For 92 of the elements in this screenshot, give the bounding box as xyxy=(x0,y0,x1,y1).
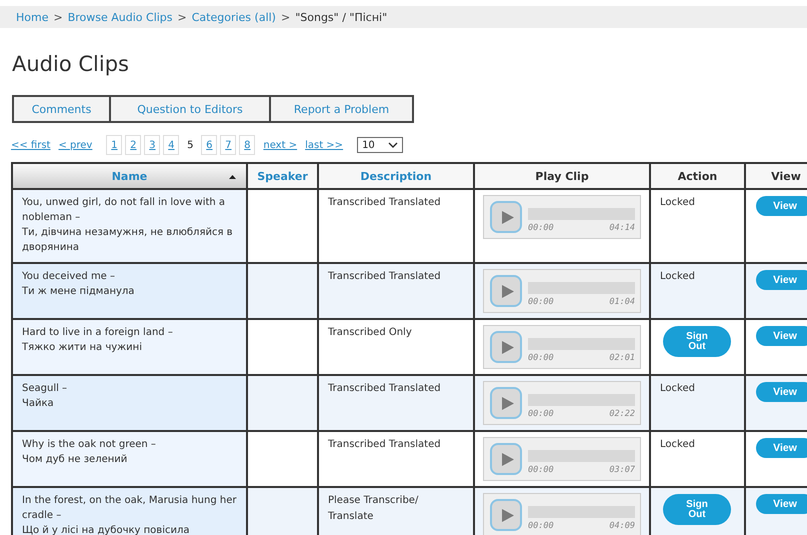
audio-player[interactable]: 00:00 02:22 xyxy=(483,381,641,425)
page-link[interactable]: 5 xyxy=(182,135,198,155)
sign-out-button[interactable]: Sign Out xyxy=(663,494,731,525)
audio-player[interactable]: 00:00 04:14 xyxy=(483,195,641,239)
column-header[interactable]: Speaker xyxy=(247,163,318,189)
audio-player[interactable]: 00:00 03:07 xyxy=(483,437,641,481)
clip-name: Що й у лісі на дубочку повісила xyxy=(22,524,190,535)
tab[interactable]: Comments xyxy=(14,97,109,121)
column-header: Play Clip xyxy=(474,163,650,189)
chevron-down-icon xyxy=(388,142,398,148)
breadcrumb-separator: > xyxy=(178,10,187,24)
status-text: Locked xyxy=(660,439,695,450)
play-icon xyxy=(502,340,514,354)
sort-ascending-icon xyxy=(229,175,236,179)
clip-name: Ти, дівчина незамужня, не влюбляйся в дворянина xyxy=(22,226,234,255)
clip-name: Ти ж мене підманула xyxy=(22,285,136,299)
audio-player[interactable]: 00:00 02:01 xyxy=(483,325,641,369)
view-button[interactable]: View xyxy=(756,438,807,458)
breadcrumb-link[interactable]: Browse Audio Clips xyxy=(68,10,173,24)
clip-name: Seagull – xyxy=(22,382,68,396)
breadcrumb-link[interactable]: Categories (all) xyxy=(192,10,276,24)
duration-time: 04:14 xyxy=(609,222,635,232)
play-icon xyxy=(502,210,514,224)
view-button[interactable]: View xyxy=(756,494,807,514)
description-cell: Please Transcribe/ Translate xyxy=(318,487,474,535)
breadcrumb-current: "Songs" / "Пісні" xyxy=(295,10,388,24)
clip-name: Тяжко жити на чужині xyxy=(22,341,143,355)
tab[interactable]: Question to Editors xyxy=(109,97,269,121)
clip-name: Чом дуб не зелений xyxy=(22,453,128,467)
clip-name: In the forest, on the oak, Marusia hung her cradle – xyxy=(22,494,237,523)
play-button[interactable] xyxy=(490,387,522,419)
description-cell: Transcribed Translated xyxy=(318,431,474,487)
page-link[interactable]: 7 xyxy=(220,135,236,155)
page-link[interactable]: 4 xyxy=(163,135,180,155)
play-button[interactable] xyxy=(490,201,522,233)
status-text: Locked xyxy=(660,271,695,282)
clip-name: You deceived me – xyxy=(22,270,116,284)
clip-name: Чайка xyxy=(22,397,55,411)
elapsed-time: 00:00 xyxy=(528,408,554,418)
play-button[interactable] xyxy=(490,275,522,307)
column-header[interactable]: Name xyxy=(12,163,247,189)
breadcrumb-link[interactable]: Home xyxy=(16,10,48,24)
page-size-dropdown[interactable]: 10 xyxy=(357,137,404,153)
play-icon xyxy=(502,396,514,410)
page-link[interactable]: 6 xyxy=(201,135,218,155)
description-cell: Transcribed Only xyxy=(318,319,474,375)
duration-time: 01:04 xyxy=(609,296,635,306)
view-button[interactable]: View xyxy=(756,270,807,290)
view-button[interactable]: View xyxy=(756,382,807,402)
elapsed-time: 00:00 xyxy=(528,296,554,306)
play-icon xyxy=(502,452,514,466)
page-link[interactable]: 2 xyxy=(125,135,142,155)
play-button[interactable] xyxy=(490,499,522,531)
breadcrumb-separator: > xyxy=(280,10,290,24)
elapsed-time: 00:00 xyxy=(528,520,554,530)
page-link[interactable]: 8 xyxy=(239,135,256,155)
duration-time: 02:22 xyxy=(609,408,635,418)
view-button[interactable]: View xyxy=(756,196,807,216)
column-header: View xyxy=(745,163,807,189)
play-button[interactable] xyxy=(490,331,522,363)
breadcrumb-separator: > xyxy=(53,10,63,24)
clip-name: Hard to live in a foreign land – xyxy=(22,326,174,340)
play-button[interactable] xyxy=(490,443,522,475)
audio-player[interactable]: 00:00 01:04 xyxy=(483,269,641,313)
description-cell: Transcribed Translated xyxy=(318,375,474,431)
tab[interactable]: Report a Problem xyxy=(269,97,412,121)
column-header[interactable]: Description xyxy=(318,163,474,189)
elapsed-time: 00:00 xyxy=(528,352,554,362)
last-page-link[interactable]: last >> xyxy=(305,140,344,150)
clip-name: Why is the oak not green – xyxy=(22,438,157,452)
prev-page-link[interactable]: < prev xyxy=(58,140,92,150)
clip-name: You, unwed girl, do not fall in love with a nobleman – xyxy=(22,196,226,225)
audio-player[interactable]: 00:00 04:09 xyxy=(483,493,641,535)
status-text: Locked xyxy=(660,197,695,208)
description-cell: Transcribed Translated xyxy=(318,189,474,263)
page-link[interactable]: 1 xyxy=(106,135,122,155)
description-cell: Transcribed Translated xyxy=(318,263,474,319)
status-text: Locked xyxy=(660,383,695,394)
page-link[interactable]: 3 xyxy=(144,135,160,155)
next-page-link[interactable]: next > xyxy=(263,140,298,150)
play-icon xyxy=(502,284,514,298)
sign-out-button[interactable]: Sign Out xyxy=(663,326,731,357)
duration-time: 04:09 xyxy=(609,520,635,530)
play-icon xyxy=(502,508,514,522)
elapsed-time: 00:00 xyxy=(528,222,554,232)
column-header: Action xyxy=(650,163,745,189)
view-button[interactable]: View xyxy=(756,326,807,346)
duration-time: 03:07 xyxy=(609,464,635,474)
duration-time: 02:01 xyxy=(609,352,635,362)
elapsed-time: 00:00 xyxy=(528,464,554,474)
first-page-link[interactable]: << first xyxy=(11,140,50,150)
page-title: Audio Clips xyxy=(12,52,130,76)
